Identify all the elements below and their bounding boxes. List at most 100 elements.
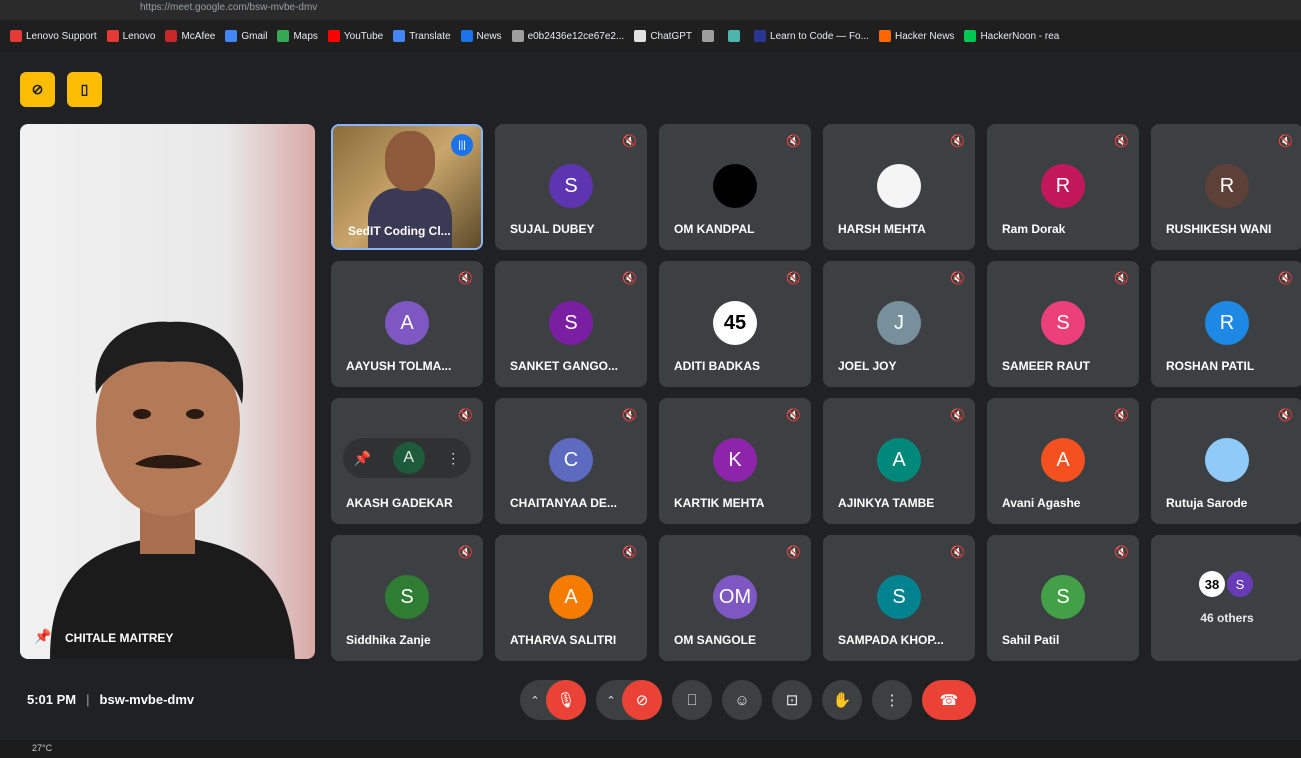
participant-tile[interactable]: 🔇 C CHAITANYAA DE...: [495, 398, 647, 524]
participant-tile[interactable]: 🔇 A AAYUSH TOLMA...: [331, 261, 483, 387]
camera-off-indicator-icon[interactable]: ⊘: [20, 72, 55, 107]
mic-muted-icon: 🔇: [458, 545, 473, 559]
pinned-participant-tile[interactable]: 📌 CHITALE MAITREY: [20, 124, 315, 659]
bookmark-label: Lenovo: [122, 30, 156, 42]
avatar: S: [1041, 301, 1085, 345]
participant-tile[interactable]: 🔇 S Sahil Patil: [987, 535, 1139, 661]
bookmark-label: Lenovo Support: [26, 30, 97, 42]
bookmark-favicon-icon: [754, 30, 767, 42]
participant-tile[interactable]: 🔇 R Ram Dorak: [987, 124, 1139, 250]
others-count-label: 46 others: [1200, 611, 1254, 625]
participant-tile[interactable]: 🔇 📌 A ⋮ AKASH GADEKAR: [331, 398, 483, 524]
participant-tile[interactable]: 🔇 S Siddhika Zanje: [331, 535, 483, 661]
participant-tile[interactable]: 🔇 S SUJAL DUBEY: [495, 124, 647, 250]
building-icon[interactable]: ▯: [67, 72, 102, 107]
audio-options-chevron-icon[interactable]: ⌃: [524, 694, 546, 707]
mic-muted-icon: 🔇: [786, 134, 801, 148]
bookmark-favicon-icon: [10, 30, 22, 42]
bookmark-label: YouTube: [343, 30, 384, 42]
meeting-info: 5:01 PM | bsw-mvbe-dmv: [27, 692, 194, 707]
bookmark-item[interactable]: Gmail: [225, 30, 267, 42]
participant-tile[interactable]: 🔇 A AJINKYA TAMBE: [823, 398, 975, 524]
captions-button[interactable]: ⎕: [672, 680, 712, 720]
separator: |: [86, 692, 90, 707]
call-controls: ⌃ 🎙 ⌃ ⊘ ⎕ ☺ ⊡ ✋ ⋮ ☎: [520, 680, 976, 720]
participant-name: AJINKYA TAMBE: [838, 496, 935, 510]
bookmark-favicon-icon: [878, 30, 891, 42]
video-person-face: [385, 131, 435, 191]
pin-icon[interactable]: 📌: [354, 450, 371, 467]
present-button[interactable]: ⊡: [772, 680, 812, 720]
tile-hover-controls: 📌 A ⋮: [343, 438, 471, 478]
participant-tile[interactable]: 🔇 OM OM SANGOLE: [659, 535, 811, 661]
bookmark-item[interactable]: Lenovo Support: [10, 30, 97, 42]
participant-tile[interactable]: 38 S 46 others: [1151, 535, 1301, 661]
bookmark-label: Hacker News: [894, 30, 955, 42]
bookmark-label: Learn to Code — Fo...: [770, 30, 869, 42]
participant-tile[interactable]: 🔇 R RUSHIKESH WANI: [1151, 124, 1301, 250]
more-vert-icon[interactable]: ⋮: [446, 450, 460, 467]
mic-off-button[interactable]: 🎙: [546, 680, 586, 720]
participant-tile[interactable]: 🔇 J JOEL JOY: [823, 261, 975, 387]
raise-hand-button[interactable]: ✋: [822, 680, 862, 720]
participant-name: SANKET GANGO...: [510, 359, 619, 373]
bookmark-item[interactable]: HackerNoon - rea: [964, 30, 1059, 42]
participant-name: SedIT Coding Cl...: [348, 224, 451, 238]
bookmark-item[interactable]: News: [460, 30, 502, 42]
bookmark-item[interactable]: Lenovo: [106, 30, 156, 42]
bookmark-favicon-icon: [327, 30, 340, 42]
mic-muted-icon: 🔇: [1114, 545, 1129, 559]
participant-tile[interactable]: 🔇 K KARTIK MEHTA: [659, 398, 811, 524]
video-options-chevron-icon[interactable]: ⌃: [600, 694, 622, 707]
participant-tile[interactable]: 🔇 Rutuja Sarode: [1151, 398, 1301, 524]
mic-muted-icon: 🔇: [458, 408, 473, 422]
bookmarks-bar: Lenovo Support Lenovo McAfee Gmail Maps YouTu…: [0, 20, 1301, 52]
camera-off-icon: ⊘: [635, 692, 649, 709]
participant-tile[interactable]: 🔇 S SAMEER RAUT: [987, 261, 1139, 387]
avatar: S: [549, 164, 593, 208]
avatar: [713, 164, 757, 208]
camera-off-button[interactable]: ⊘: [622, 680, 662, 720]
emoji-button[interactable]: ☺: [722, 680, 762, 720]
participant-tile[interactable]: 🔇 A Avani Agashe: [987, 398, 1139, 524]
bookmark-item[interactable]: Translate: [393, 30, 451, 42]
participant-tile[interactable]: ||| SedIT Coding Cl...: [331, 124, 483, 250]
browser-url-bar[interactable]: https://meet.google.com/bsw-mvbe-dmv: [0, 0, 1301, 20]
participant-tile[interactable]: 🔇 R ROSHAN PATIL: [1151, 261, 1301, 387]
bookmark-item[interactable]: Learn to Code — Fo...: [754, 30, 869, 42]
participant-name: Sahil Patil: [1002, 633, 1060, 647]
leave-call-button[interactable]: ☎: [922, 680, 976, 720]
url-text[interactable]: https://meet.google.com/bsw-mvbe-dmv: [140, 2, 317, 13]
avatar: J: [877, 301, 921, 345]
participant-tile[interactable]: 🔇 S SANKET GANGO...: [495, 261, 647, 387]
bookmark-item[interactable]: ChatGPT: [634, 30, 692, 42]
bookmark-favicon-icon: [702, 30, 715, 42]
bookmark-item[interactable]: e0b2436e12ce67e2...: [511, 30, 624, 42]
avatar: [877, 164, 921, 208]
mic-muted-icon: 🔇: [950, 271, 965, 285]
bookmark-item[interactable]: McAfee: [165, 30, 215, 42]
participant-name: OM SANGOLE: [674, 633, 757, 647]
pin-icon[interactable]: 📌: [34, 628, 51, 645]
participant-tile[interactable]: 🔇 45 ADITI BADKAS: [659, 261, 811, 387]
bookmark-item[interactable]: [702, 30, 718, 42]
participant-tile[interactable]: 🔇 A ATHARVA SALITRI: [495, 535, 647, 661]
bookmark-item[interactable]: [728, 30, 744, 42]
bookmark-item[interactable]: Maps: [277, 30, 318, 42]
avatar: C: [549, 438, 593, 482]
more-options-button[interactable]: ⋮: [872, 680, 912, 720]
bottom-control-bar: 5:01 PM | bsw-mvbe-dmv ⌃ 🎙 ⌃ ⊘ ⎕ ☺ ⊡ ✋ ⋮…: [5, 672, 1301, 732]
bookmark-item[interactable]: Hacker News: [878, 30, 955, 42]
bookmark-favicon-icon: [511, 30, 524, 42]
participant-tile[interactable]: 🔇 S SAMPADA KHOP...: [823, 535, 975, 661]
bookmark-label: Translate: [409, 30, 451, 42]
bookmark-item[interactable]: YouTube: [327, 30, 384, 42]
pinned-participant-name: CHITALE MAITREY: [65, 631, 174, 645]
participant-tile[interactable]: 🔇 OM KANDPAL: [659, 124, 811, 250]
meet-window: ⊘ ▯ 📌 CHITALE MAITREY ||| SedIT Coding Cl…: [5, 52, 1301, 740]
participant-name: RUSHIKESH WANI: [1166, 222, 1272, 236]
mic-muted-icon: 🔇: [786, 545, 801, 559]
participant-tile[interactable]: 🔇 HARSH MEHTA: [823, 124, 975, 250]
meeting-code[interactable]: bsw-mvbe-dmv: [100, 692, 195, 707]
mic-muted-icon: 🔇: [1278, 134, 1293, 148]
